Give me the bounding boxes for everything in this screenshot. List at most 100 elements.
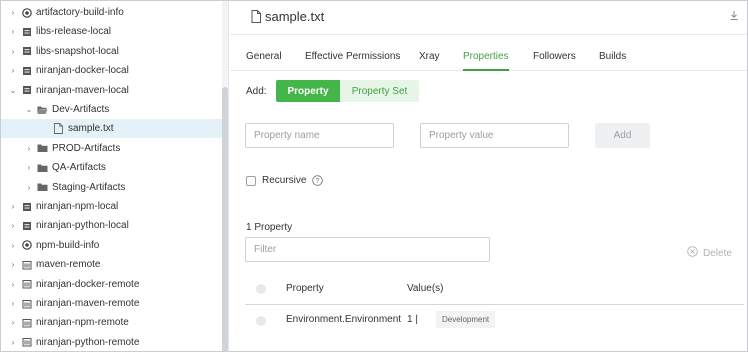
table-row[interactable]: Environment.Environment 1 | Development <box>245 308 744 335</box>
chevron-right-icon[interactable]: › <box>9 61 17 80</box>
tree-item[interactable]: › niranjan-python-remote <box>1 333 222 351</box>
folder-icon <box>37 162 48 173</box>
page-title: sample.txt <box>265 9 325 24</box>
chevron-right-icon[interactable]: › <box>25 178 33 197</box>
tree-item[interactable]: › npm-build-info <box>1 236 222 255</box>
remote-repo-icon <box>21 259 32 270</box>
tab-effective-permissions[interactable]: Effective Permissions <box>305 51 400 71</box>
tree-item[interactable]: › niranjan-maven-remote <box>1 294 222 313</box>
property-key-cell: Environment.Environment <box>286 314 402 325</box>
add-property-button[interactable]: Property <box>276 80 340 102</box>
chevron-down-icon[interactable]: ⌄ <box>25 100 33 119</box>
tab-followers[interactable]: Followers <box>533 51 576 71</box>
remote-repo-icon <box>21 337 32 348</box>
tree-item-label: niranjan-maven-local <box>36 84 129 96</box>
chevron-right-icon[interactable]: › <box>9 294 17 313</box>
tree-item-label: libs-release-local <box>36 26 112 38</box>
help-icon[interactable]: ? <box>312 175 323 189</box>
add-button[interactable]: Add <box>595 123 650 148</box>
tab-properties[interactable]: Properties <box>463 51 509 71</box>
tree-item-label: Dev-Artifacts <box>52 104 110 115</box>
property-value-input[interactable] <box>420 123 569 148</box>
filter-input[interactable] <box>245 237 490 262</box>
chevron-right-icon[interactable]: › <box>9 313 17 332</box>
tree-item[interactable]: › niranjan-docker-local <box>1 61 222 80</box>
folder-icon <box>37 143 48 154</box>
properties-table-header: Property Value(s) <box>245 278 744 305</box>
local-repo-icon <box>21 220 32 231</box>
tree-item[interactable]: › PROD-Artifacts <box>1 139 222 158</box>
tree-scrollbar-thumb[interactable] <box>222 87 228 351</box>
tab-general[interactable]: General <box>246 51 282 71</box>
remote-repo-icon <box>21 298 32 309</box>
local-repo-icon <box>21 85 32 96</box>
tree-item[interactable]: › artifactory-build-info <box>1 3 222 22</box>
chevron-right-icon[interactable]: › <box>9 255 17 274</box>
repository-tree: › artifactory-build-info › libs-release-loc… <box>1 1 229 351</box>
tree-item[interactable]: › libs-snapshot-local <box>1 42 222 61</box>
local-repo-icon <box>21 201 32 212</box>
chevron-right-icon[interactable]: › <box>25 139 33 158</box>
tree-item[interactable]: › QA-Artifacts <box>1 158 222 177</box>
tree-item[interactable]: ⌄ Dev-Artifacts <box>1 100 222 119</box>
column-header-values[interactable]: Value(s) <box>407 283 444 294</box>
chevron-down-icon[interactable]: ⌄ <box>9 81 17 100</box>
tree-item[interactable]: › Staging-Artifacts <box>1 178 222 197</box>
tree-item[interactable]: sample.txt <box>1 119 222 139</box>
delete-button[interactable]: Delete <box>687 246 732 260</box>
details-header: sample.txt <box>230 1 747 35</box>
value-count-cell: 1 | <box>407 314 418 325</box>
artifact-details-panel: sample.txt General Effective Permissions… <box>230 1 747 351</box>
add-label: Add: <box>246 86 267 97</box>
chevron-right-icon[interactable]: › <box>9 236 17 255</box>
tree-item[interactable]: › niranjan-npm-local <box>1 197 222 216</box>
local-repo-icon <box>21 46 32 57</box>
property-name-input[interactable] <box>245 123 394 148</box>
tree-item-label: niranjan-npm-local <box>36 201 119 212</box>
tree-item-label: npm-build-info <box>36 239 100 251</box>
property-count-label: 1 Property <box>246 222 293 233</box>
tab-xray[interactable]: Xray <box>419 51 440 71</box>
tree-item[interactable]: ⌄ niranjan-maven-local <box>1 81 222 100</box>
chevron-right-icon[interactable]: › <box>25 158 33 177</box>
tree-item[interactable]: › niranjan-python-local <box>1 216 222 235</box>
column-header-property[interactable]: Property <box>286 283 324 294</box>
chevron-right-icon[interactable]: › <box>9 216 17 235</box>
tree-item-label: niranjan-python-remote <box>36 336 140 348</box>
build-info-icon <box>21 7 32 18</box>
svg-text:?: ? <box>316 178 320 185</box>
recursive-label: Recursive <box>262 175 307 186</box>
tree-item-label: PROD-Artifacts <box>52 142 121 154</box>
chevron-right-icon[interactable]: › <box>9 22 17 41</box>
tree-item-label: Staging-Artifacts <box>52 181 126 193</box>
tab-builds[interactable]: Builds <box>599 51 626 71</box>
chevron-right-icon[interactable]: › <box>9 197 17 216</box>
chevron-right-icon[interactable]: › <box>9 333 17 351</box>
tree-item-label: maven-remote <box>36 259 101 271</box>
remote-repo-icon <box>21 279 32 290</box>
tree-item[interactable]: › maven-remote <box>1 255 222 274</box>
delete-label: Delete <box>703 247 732 259</box>
app-window: › artifactory-build-info › libs-release-loc… <box>0 0 748 352</box>
tree-item[interactable]: › niranjan-npm-remote <box>1 313 222 332</box>
tree-item-label: QA-Artifacts <box>52 162 106 174</box>
chevron-right-icon[interactable]: › <box>9 3 17 22</box>
row-select-radio[interactable] <box>256 316 266 326</box>
add-property-set-button[interactable]: Property Set <box>340 80 419 102</box>
tree-item[interactable]: › niranjan-docker-remote <box>1 275 222 294</box>
tree-item-label: niranjan-docker-remote <box>36 278 140 290</box>
delete-icon <box>687 246 698 260</box>
chevron-right-icon[interactable]: › <box>9 275 17 294</box>
recursive-checkbox[interactable] <box>246 176 256 186</box>
file-icon <box>53 123 64 135</box>
tree-item[interactable]: › libs-release-local <box>1 22 222 41</box>
select-all-radio[interactable] <box>256 284 266 294</box>
chevron-right-icon[interactable]: › <box>9 42 17 61</box>
tree-item-label: niranjan-docker-local <box>36 65 129 77</box>
tree-item-label: libs-snapshot-local <box>36 45 119 57</box>
tree-item-label: sample.txt <box>68 123 114 135</box>
file-icon <box>251 10 261 26</box>
tree-item-label: niranjan-npm-remote <box>36 317 129 329</box>
local-repo-icon <box>21 65 32 76</box>
download-icon[interactable] <box>730 11 738 22</box>
